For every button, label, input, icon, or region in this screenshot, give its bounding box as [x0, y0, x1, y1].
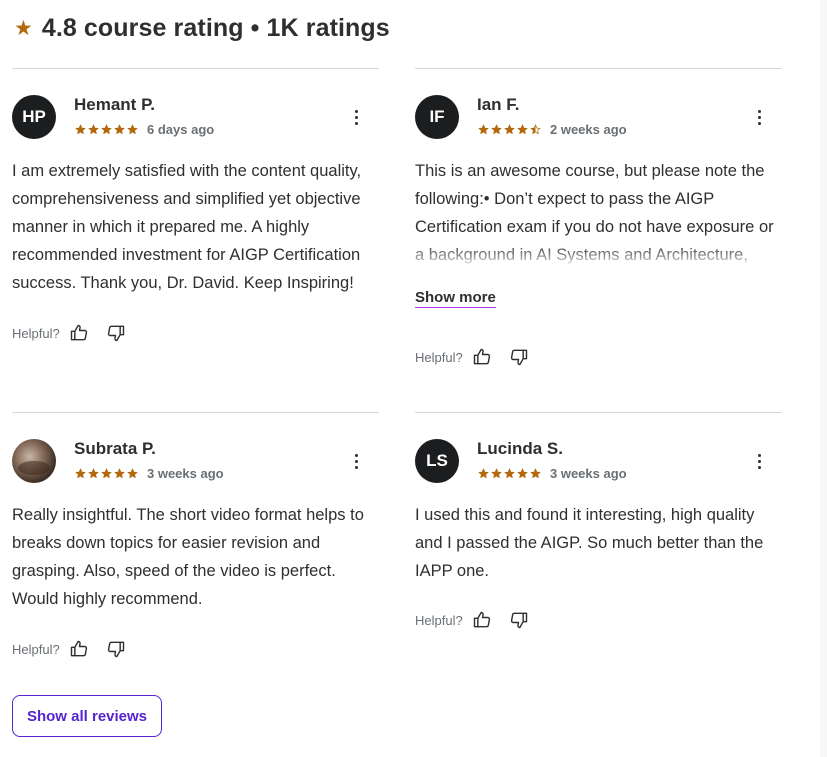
rating-line: 6 days ago: [75, 122, 214, 137]
review-date: 3 weeks ago: [550, 466, 627, 481]
thumbs-down-icon[interactable]: [105, 638, 127, 660]
rating-line: 3 weeks ago: [478, 466, 627, 481]
thumbs-up-icon[interactable]: [471, 346, 493, 368]
thumbs-down-icon[interactable]: [508, 346, 530, 368]
star-filled-icon: [114, 124, 125, 135]
star-filled-icon: [127, 468, 138, 479]
review-date: 3 weeks ago: [147, 466, 224, 481]
helpful-label: Helpful?: [415, 349, 463, 365]
star-filled-icon: [491, 468, 502, 479]
rating-header: ★ 4.8 course rating • 1K ratings: [14, 11, 390, 45]
star-filled-icon: [88, 468, 99, 479]
more-options-icon[interactable]: [751, 108, 767, 126]
reviewer-name: Subrata P.: [74, 439, 156, 458]
star-filled-icon: [75, 124, 86, 135]
thumbs-down-icon[interactable]: [508, 609, 530, 631]
thumbs-up-icon[interactable]: [68, 638, 90, 660]
helpful-row: Helpful?: [415, 346, 545, 368]
helpful-label: Helpful?: [12, 641, 60, 657]
helpful-row: Helpful?: [12, 322, 142, 344]
star-rating: [478, 124, 541, 135]
review-text: I used this and found it interesting, hi…: [415, 506, 764, 580]
star-filled-icon: [75, 468, 86, 479]
star-filled-icon: [504, 468, 515, 479]
star-filled-icon: [478, 468, 489, 479]
rating-line: 3 weeks ago: [75, 466, 224, 481]
star-half-icon: [530, 124, 541, 135]
avatar: LS: [415, 439, 459, 483]
star-filled-icon: [114, 468, 125, 479]
show-more-link[interactable]: Show more: [415, 289, 496, 306]
reviewer-name: Hemant P.: [74, 95, 155, 114]
page-title: 4.8 course rating • 1K ratings: [41, 13, 390, 42]
star-filled-icon: [88, 124, 99, 135]
star-filled-icon: [504, 124, 515, 135]
more-options-icon[interactable]: [348, 452, 364, 470]
more-options-icon[interactable]: [751, 452, 767, 470]
star-filled-icon: [517, 124, 528, 135]
review-date: 6 days ago: [147, 122, 215, 137]
divider: [12, 68, 379, 69]
star-filled-icon: [517, 468, 528, 479]
rating-line: 2 weeks ago: [478, 122, 627, 137]
star-filled-icon: [127, 124, 138, 135]
reviewer-name: Ian F.: [477, 95, 520, 114]
more-options-icon[interactable]: [348, 108, 364, 126]
star-rating: [75, 124, 138, 135]
star-rating: [75, 468, 138, 479]
star-filled-icon: [101, 468, 112, 479]
review-text: This is an awesome course, but please no…: [415, 162, 774, 264]
star-filled-icon: [478, 124, 489, 135]
reviewer-name: Lucinda S.: [477, 439, 563, 458]
thumbs-up-icon[interactable]: [471, 609, 493, 631]
helpful-row: Helpful?: [415, 609, 545, 631]
star-rating: [478, 468, 541, 479]
review-text: I am extremely satisfied with the conten…: [12, 162, 362, 292]
avatar: IF: [415, 95, 459, 139]
helpful-label: Helpful?: [415, 612, 463, 628]
thumbs-up-icon[interactable]: [68, 322, 90, 344]
review-date: 2 weeks ago: [550, 122, 627, 137]
show-all-reviews-button[interactable]: Show all reviews: [12, 695, 162, 737]
star-filled-icon: [101, 124, 112, 135]
helpful-row: Helpful?: [12, 638, 142, 660]
helpful-label: Helpful?: [12, 325, 60, 341]
avatar: HP: [12, 95, 56, 139]
divider: [12, 412, 379, 413]
avatar: [12, 439, 56, 483]
star-filled-icon: [491, 124, 502, 135]
review-text: Really insightful. The short video forma…: [12, 506, 364, 608]
star-icon: ★: [14, 16, 33, 40]
star-filled-icon: [530, 468, 541, 479]
divider: [415, 412, 782, 413]
thumbs-down-icon[interactable]: [105, 322, 127, 344]
scrollbar[interactable]: [820, 0, 827, 757]
divider: [415, 68, 782, 69]
